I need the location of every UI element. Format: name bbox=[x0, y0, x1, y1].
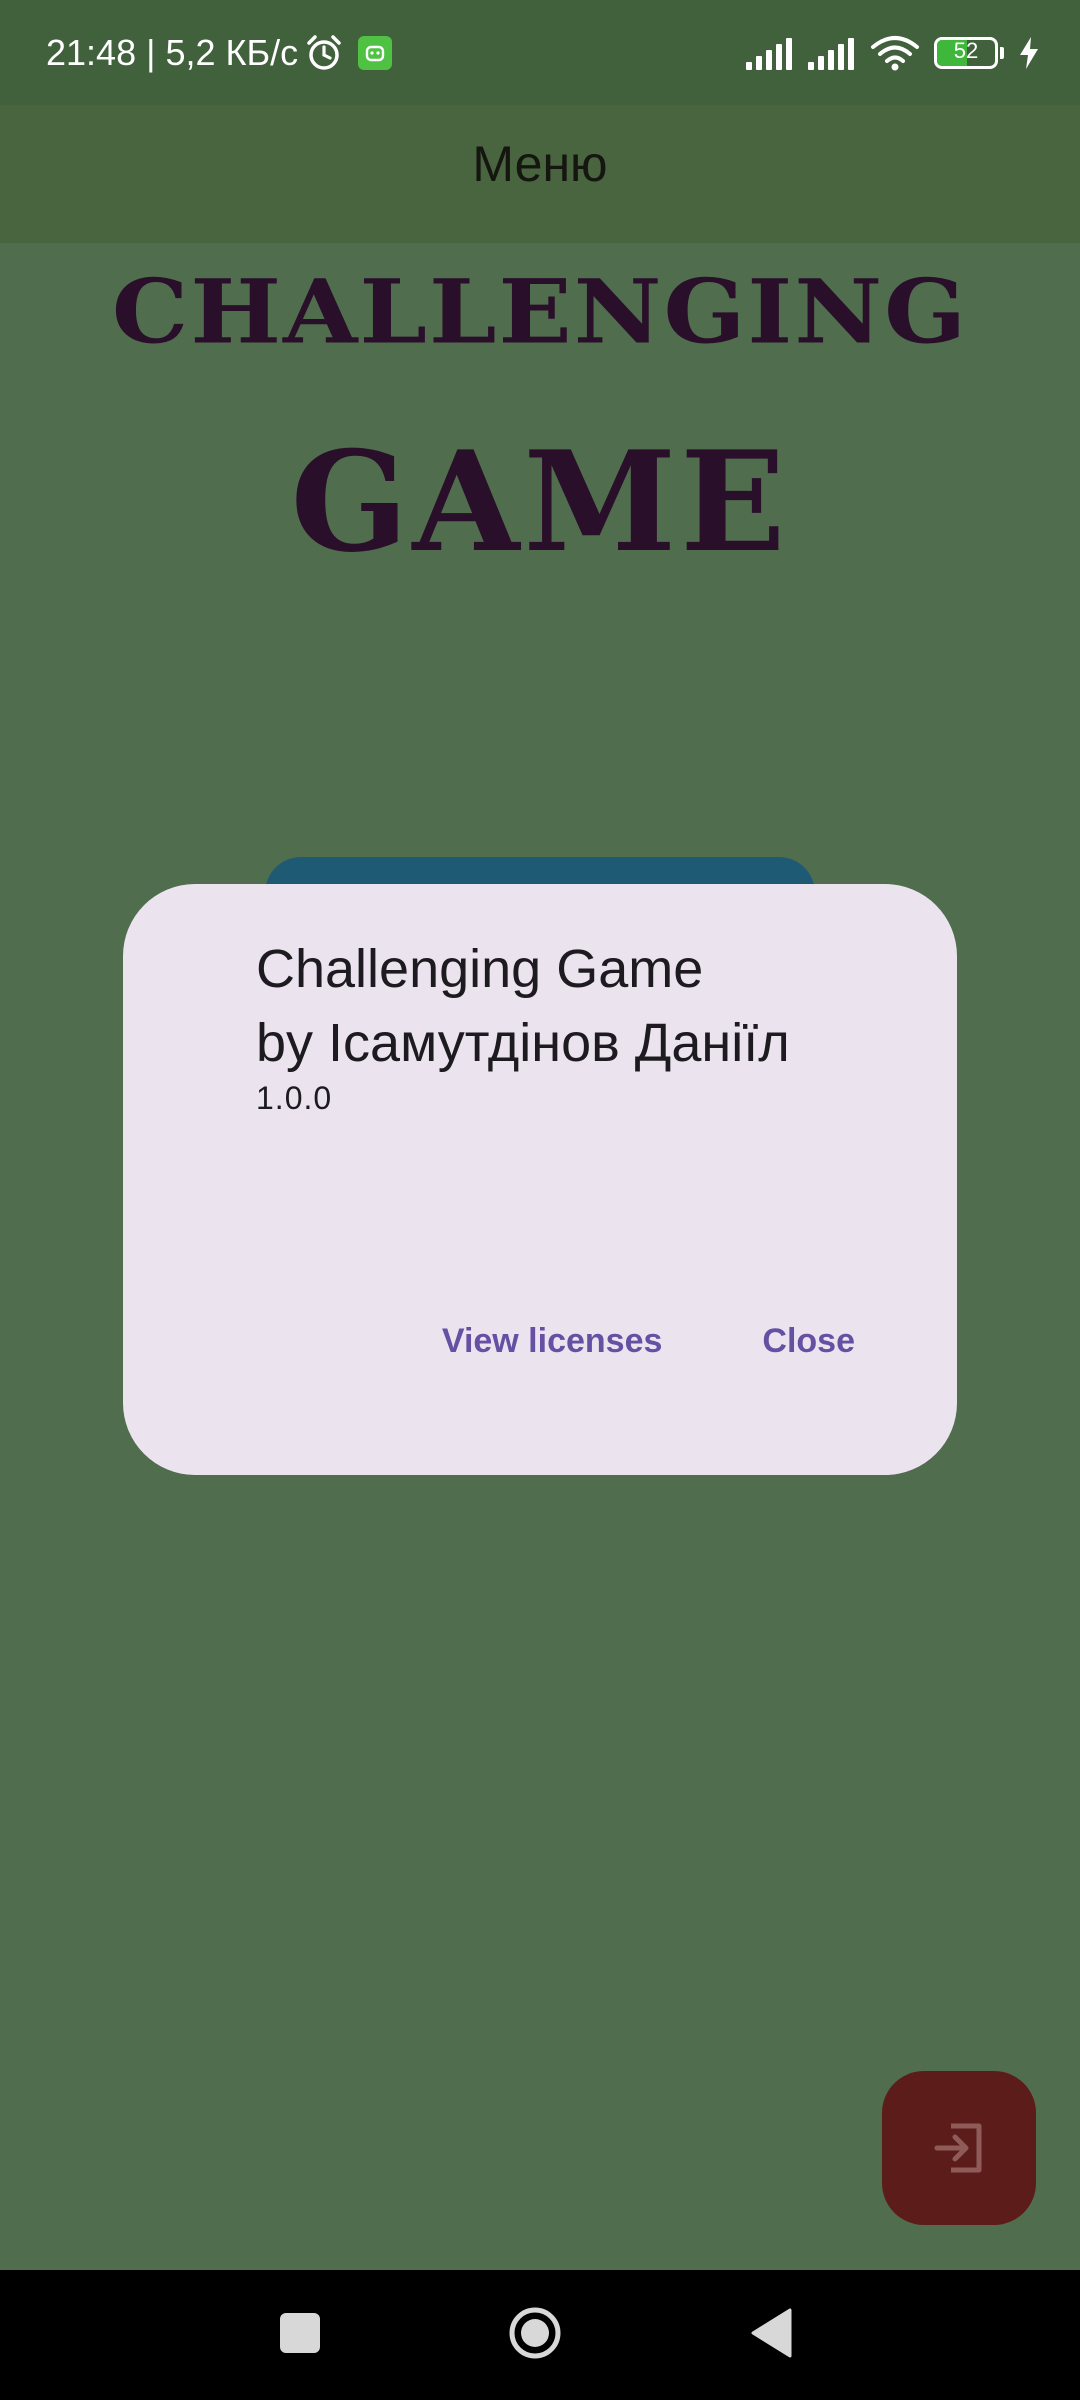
app-bar-title: Меню bbox=[472, 136, 608, 192]
dialog-version: 1.0.0 bbox=[256, 1080, 333, 1116]
app-bar: Меню bbox=[0, 105, 1080, 243]
view-licenses-button[interactable]: View licenses bbox=[420, 1314, 685, 1369]
wifi-icon bbox=[871, 36, 919, 71]
logo-title-line1: CHALLENGING bbox=[111, 259, 969, 364]
status-right: 52 bbox=[746, 30, 1040, 76]
battery-level: 52 bbox=[953, 38, 979, 63]
dialog-app-name: Challenging Game bbox=[256, 939, 704, 999]
screen: 21:48 | 5,2 КБ/с 52 Меню CHALLENGING GAM… bbox=[0, 0, 1080, 2400]
dialog-author: by Ісамутдінов Даніїл bbox=[256, 1013, 790, 1073]
exit-icon bbox=[934, 2123, 982, 2173]
status-left: 21:48 | 5,2 КБ/с bbox=[46, 28, 393, 78]
status-bar: 21:48 | 5,2 КБ/с 52 bbox=[0, 0, 1080, 105]
charging-icon bbox=[1020, 37, 1038, 69]
signal-icon bbox=[746, 38, 792, 70]
back-icon[interactable] bbox=[750, 2308, 792, 2358]
exit-fab[interactable] bbox=[882, 2071, 1036, 2225]
close-button[interactable]: Close bbox=[740, 1314, 877, 1369]
about-dialog: Challenging Game by Ісамутдінов Даніїл 1… bbox=[123, 884, 957, 1475]
app-notification-icon bbox=[358, 36, 393, 70]
signal-icon bbox=[808, 38, 854, 70]
status-time: 21:48 | 5,2 КБ/с bbox=[46, 32, 299, 73]
navigation-bar bbox=[0, 2270, 1080, 2400]
battery-icon: 52 bbox=[934, 37, 998, 69]
logo-title-line2: GAME bbox=[290, 420, 790, 583]
home-icon[interactable] bbox=[508, 2306, 562, 2360]
alarm-icon bbox=[307, 35, 341, 70]
recents-icon[interactable] bbox=[280, 2313, 320, 2353]
dialog-title: Challenging Game by Ісамутдінов Даніїл bbox=[256, 932, 916, 1080]
dialog-actions: View licenses Close bbox=[420, 1314, 877, 1369]
battery-cap bbox=[1000, 47, 1004, 59]
